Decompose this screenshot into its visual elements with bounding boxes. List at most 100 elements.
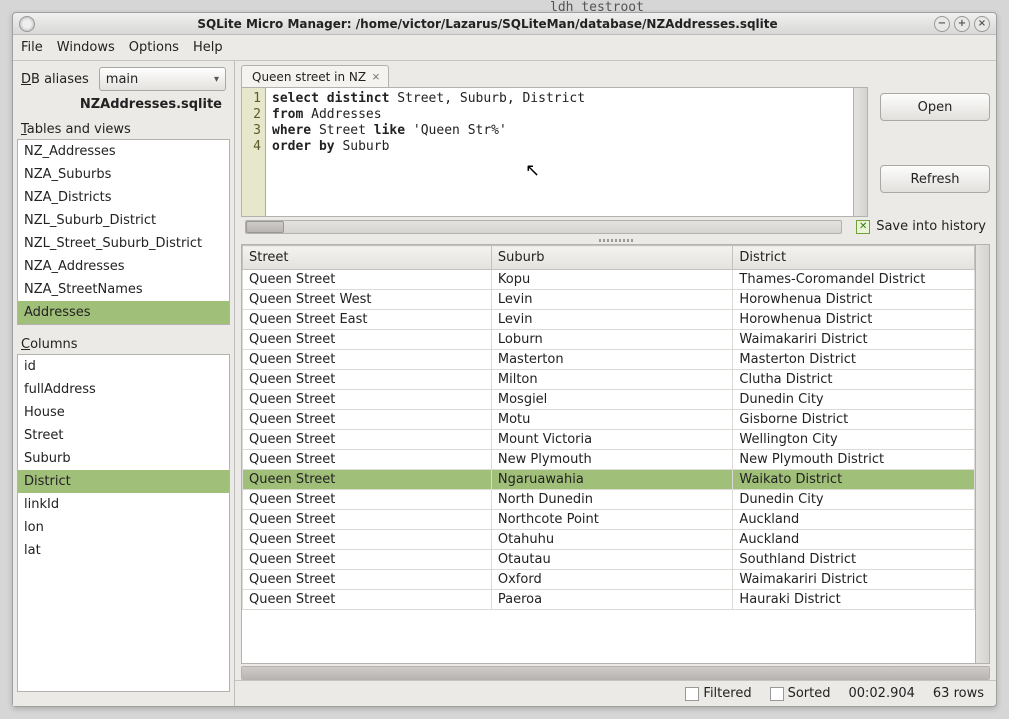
table-cell[interactable]: Horowhenua District bbox=[733, 290, 975, 310]
table-cell[interactable]: Queen Street bbox=[243, 330, 492, 350]
table-cell[interactable]: Queen Street bbox=[243, 430, 492, 450]
column-item[interactable]: id bbox=[18, 355, 229, 378]
table-cell[interactable]: Loburn bbox=[491, 330, 733, 350]
table-row[interactable]: Queen StreetOxfordWaimakariri District bbox=[243, 570, 975, 590]
table-cell[interactable]: Waimakariri District bbox=[733, 330, 975, 350]
table-cell[interactable]: Queen Street bbox=[243, 450, 492, 470]
table-cell[interactable]: Motu bbox=[491, 410, 733, 430]
db-alias-combo[interactable]: main ▾ bbox=[99, 67, 226, 91]
editor-horizontal-scrollbar[interactable] bbox=[245, 220, 842, 234]
table-cell[interactable]: Kopu bbox=[491, 270, 733, 290]
table-item[interactable]: NZ_Addresses bbox=[18, 140, 229, 163]
table-cell[interactable]: Queen Street bbox=[243, 270, 492, 290]
table-cell[interactable]: New Plymouth District bbox=[733, 450, 975, 470]
table-row[interactable]: Queen StreetNew PlymouthNew Plymouth Dis… bbox=[243, 450, 975, 470]
table-cell[interactable]: Paeroa bbox=[491, 590, 733, 610]
scrollbar-thumb[interactable] bbox=[242, 667, 989, 679]
sql-editor[interactable]: 1234 select distinct Street, Suburb, Dis… bbox=[241, 87, 868, 217]
table-item[interactable]: NZA_Suburbs bbox=[18, 163, 229, 186]
column-item[interactable]: fullAddress bbox=[18, 378, 229, 401]
table-row[interactable]: Queen StreetMastertonMasterton District bbox=[243, 350, 975, 370]
menu-windows[interactable]: Windows bbox=[57, 40, 115, 55]
tables-listbox[interactable]: NZ_AddressesNZA_SuburbsNZA_DistrictsNZL_… bbox=[17, 139, 230, 325]
table-cell[interactable]: Masterton District bbox=[733, 350, 975, 370]
table-row[interactable]: Queen StreetMosgielDunedin City bbox=[243, 390, 975, 410]
table-cell[interactable]: Queen Street bbox=[243, 350, 492, 370]
table-item[interactable]: NZL_Street_Suburb_District bbox=[18, 232, 229, 255]
table-cell[interactable]: Queen Street bbox=[243, 530, 492, 550]
table-row[interactable]: Queen StreetNgaruawahiaWaikato District bbox=[243, 470, 975, 490]
table-cell[interactable]: Queen Street bbox=[243, 410, 492, 430]
close-tab-icon[interactable]: × bbox=[372, 69, 380, 84]
table-cell[interactable]: Levin bbox=[491, 290, 733, 310]
column-item[interactable]: linkId bbox=[18, 493, 229, 516]
menu-help[interactable]: Help bbox=[193, 40, 223, 55]
table-row[interactable]: Queen StreetOtahuhuAuckland bbox=[243, 530, 975, 550]
table-cell[interactable]: Queen Street bbox=[243, 550, 492, 570]
filtered-checkbox[interactable]: Filtered bbox=[685, 686, 751, 701]
table-cell[interactable]: Queen Street bbox=[243, 490, 492, 510]
table-cell[interactable]: Auckland bbox=[733, 510, 975, 530]
table-cell[interactable]: Queen Street bbox=[243, 590, 492, 610]
minimize-button[interactable]: − bbox=[934, 16, 950, 32]
editor-code[interactable]: select distinct Street, Suburb, District… bbox=[266, 88, 853, 216]
table-item[interactable]: NZL_Suburb_District bbox=[18, 209, 229, 232]
table-row[interactable]: Queen StreetNorthcote PointAuckland bbox=[243, 510, 975, 530]
table-cell[interactable]: Queen Street bbox=[243, 390, 492, 410]
table-cell[interactable]: Horowhenua District bbox=[733, 310, 975, 330]
table-cell[interactable]: Waimakariri District bbox=[733, 570, 975, 590]
table-cell[interactable]: Milton bbox=[491, 370, 733, 390]
columns-listbox[interactable]: idfullAddressHouseStreetSuburbDistrictli… bbox=[17, 354, 230, 692]
table-cell[interactable]: Gisborne District bbox=[733, 410, 975, 430]
titlebar[interactable]: SQLite Micro Manager: /home/victor/Lazar… bbox=[13, 13, 996, 35]
table-cell[interactable]: Dunedin City bbox=[733, 490, 975, 510]
column-item[interactable]: House bbox=[18, 401, 229, 424]
table-row[interactable]: Queen StreetNorth DunedinDunedin City bbox=[243, 490, 975, 510]
sorted-checkbox[interactable]: Sorted bbox=[770, 686, 831, 701]
save-into-history-checkbox[interactable]: ✕ Save into history bbox=[856, 219, 986, 234]
column-item[interactable]: lon bbox=[18, 516, 229, 539]
column-item[interactable]: District bbox=[18, 470, 229, 493]
table-cell[interactable]: Levin bbox=[491, 310, 733, 330]
table-row[interactable]: Queen StreetKopuThames-Coromandel Distri… bbox=[243, 270, 975, 290]
results-grid[interactable]: StreetSuburbDistrict Queen StreetKopuTha… bbox=[241, 244, 990, 664]
horizontal-splitter[interactable] bbox=[235, 236, 996, 244]
close-window-button[interactable]: × bbox=[974, 16, 990, 32]
table-cell[interactable]: Auckland bbox=[733, 530, 975, 550]
table-cell[interactable]: Queen Street West bbox=[243, 290, 492, 310]
table-item[interactable]: NZA_Addresses bbox=[18, 255, 229, 278]
column-header[interactable]: District bbox=[733, 246, 975, 270]
table-cell[interactable]: Wellington City bbox=[733, 430, 975, 450]
table-row[interactable]: Queen Street WestLevinHorowhenua Distric… bbox=[243, 290, 975, 310]
table-cell[interactable]: Oxford bbox=[491, 570, 733, 590]
column-header[interactable]: Suburb bbox=[491, 246, 733, 270]
table-row[interactable]: Queen StreetMiltonClutha District bbox=[243, 370, 975, 390]
column-item[interactable]: Suburb bbox=[18, 447, 229, 470]
table-item[interactable]: Addresses bbox=[18, 301, 229, 324]
table-cell[interactable]: Ngaruawahia bbox=[491, 470, 733, 490]
table-cell[interactable]: Mount Victoria bbox=[491, 430, 733, 450]
table-cell[interactable]: Queen Street bbox=[243, 470, 492, 490]
menu-options[interactable]: Options bbox=[129, 40, 179, 55]
table-cell[interactable]: Otahuhu bbox=[491, 530, 733, 550]
table-cell[interactable]: Thames-Coromandel District bbox=[733, 270, 975, 290]
table-cell[interactable]: Southland District bbox=[733, 550, 975, 570]
maximize-button[interactable]: + bbox=[954, 16, 970, 32]
table-row[interactable]: Queen StreetOtautauSouthland District bbox=[243, 550, 975, 570]
open-button[interactable]: Open bbox=[880, 93, 990, 121]
table-row[interactable]: Queen StreetPaeroaHauraki District bbox=[243, 590, 975, 610]
column-item[interactable]: Street bbox=[18, 424, 229, 447]
column-item[interactable]: lat bbox=[18, 539, 229, 562]
table-cell[interactable]: Queen Street bbox=[243, 510, 492, 530]
scrollbar-thumb[interactable] bbox=[246, 221, 284, 233]
table-item[interactable]: NZA_Districts bbox=[18, 186, 229, 209]
table-cell[interactable]: Queen Street bbox=[243, 370, 492, 390]
table-cell[interactable]: Otautau bbox=[491, 550, 733, 570]
table-cell[interactable]: Masterton bbox=[491, 350, 733, 370]
refresh-button[interactable]: Refresh bbox=[880, 165, 990, 193]
editor-vertical-scrollbar[interactable] bbox=[853, 88, 867, 216]
table-cell[interactable]: Waikato District bbox=[733, 470, 975, 490]
table-cell[interactable]: Clutha District bbox=[733, 370, 975, 390]
menu-file[interactable]: File bbox=[21, 40, 43, 55]
grid-horizontal-scrollbar[interactable] bbox=[241, 666, 990, 680]
